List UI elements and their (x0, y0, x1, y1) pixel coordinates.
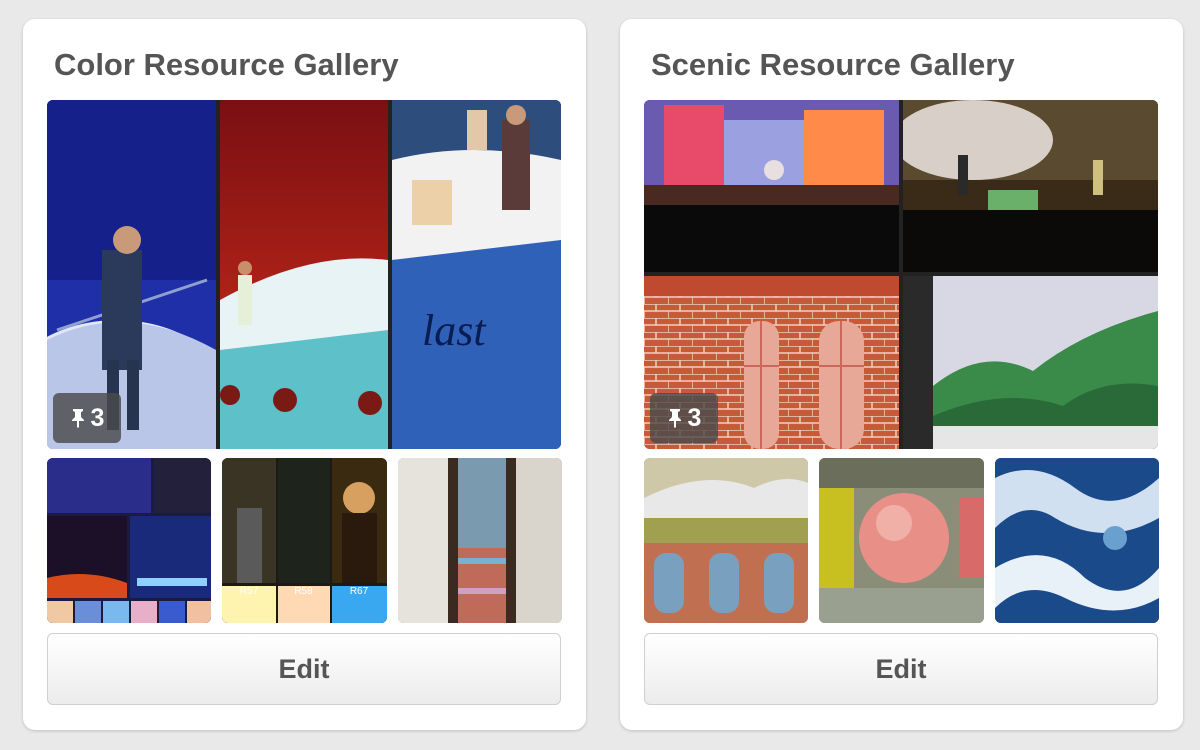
thumbnail-image-2[interactable] (819, 458, 984, 623)
pin-count-badge: 3 (650, 393, 718, 443)
thumbnail-image-3[interactable] (995, 458, 1159, 623)
pushpin-icon (667, 408, 683, 428)
swatch-label: R67 (349, 586, 369, 597)
thumbnail-image-2[interactable]: R57 R58 R67 (222, 458, 387, 623)
cover-image-top-right (903, 100, 1158, 272)
thumbnail-image-1[interactable] (47, 458, 211, 623)
thumbnail-image-1[interactable] (644, 458, 808, 623)
thumbnail-image-3[interactable] (398, 458, 562, 623)
cover-image-middle (220, 100, 388, 449)
pin-count: 3 (687, 403, 702, 432)
board-card-color-resource-gallery[interactable]: Color Resource Gallery last 3 R57 R58 R6… (23, 19, 586, 730)
cover-image-top-left (644, 100, 899, 272)
board-title[interactable]: Scenic Resource Gallery (651, 47, 1015, 83)
board-cover-image[interactable]: 3 (644, 100, 1158, 449)
board-card-scenic-resource-gallery[interactable]: Scenic Resource Gallery 3 Edit (620, 19, 1183, 730)
cover-image-bottom-right (903, 276, 1158, 449)
cover-image-right: last (392, 100, 561, 449)
board-cover-image[interactable]: last 3 (47, 100, 561, 449)
swatch-label: R58 (294, 586, 313, 597)
swatch-label: R57 (239, 586, 259, 597)
edit-button[interactable]: Edit (644, 633, 1158, 705)
board-title[interactable]: Color Resource Gallery (54, 47, 399, 83)
edit-button[interactable]: Edit (47, 633, 561, 705)
pushpin-icon (70, 408, 86, 428)
svg-text:last: last (422, 306, 487, 355)
pin-count-badge: 3 (53, 393, 121, 443)
pin-count: 3 (90, 403, 105, 432)
